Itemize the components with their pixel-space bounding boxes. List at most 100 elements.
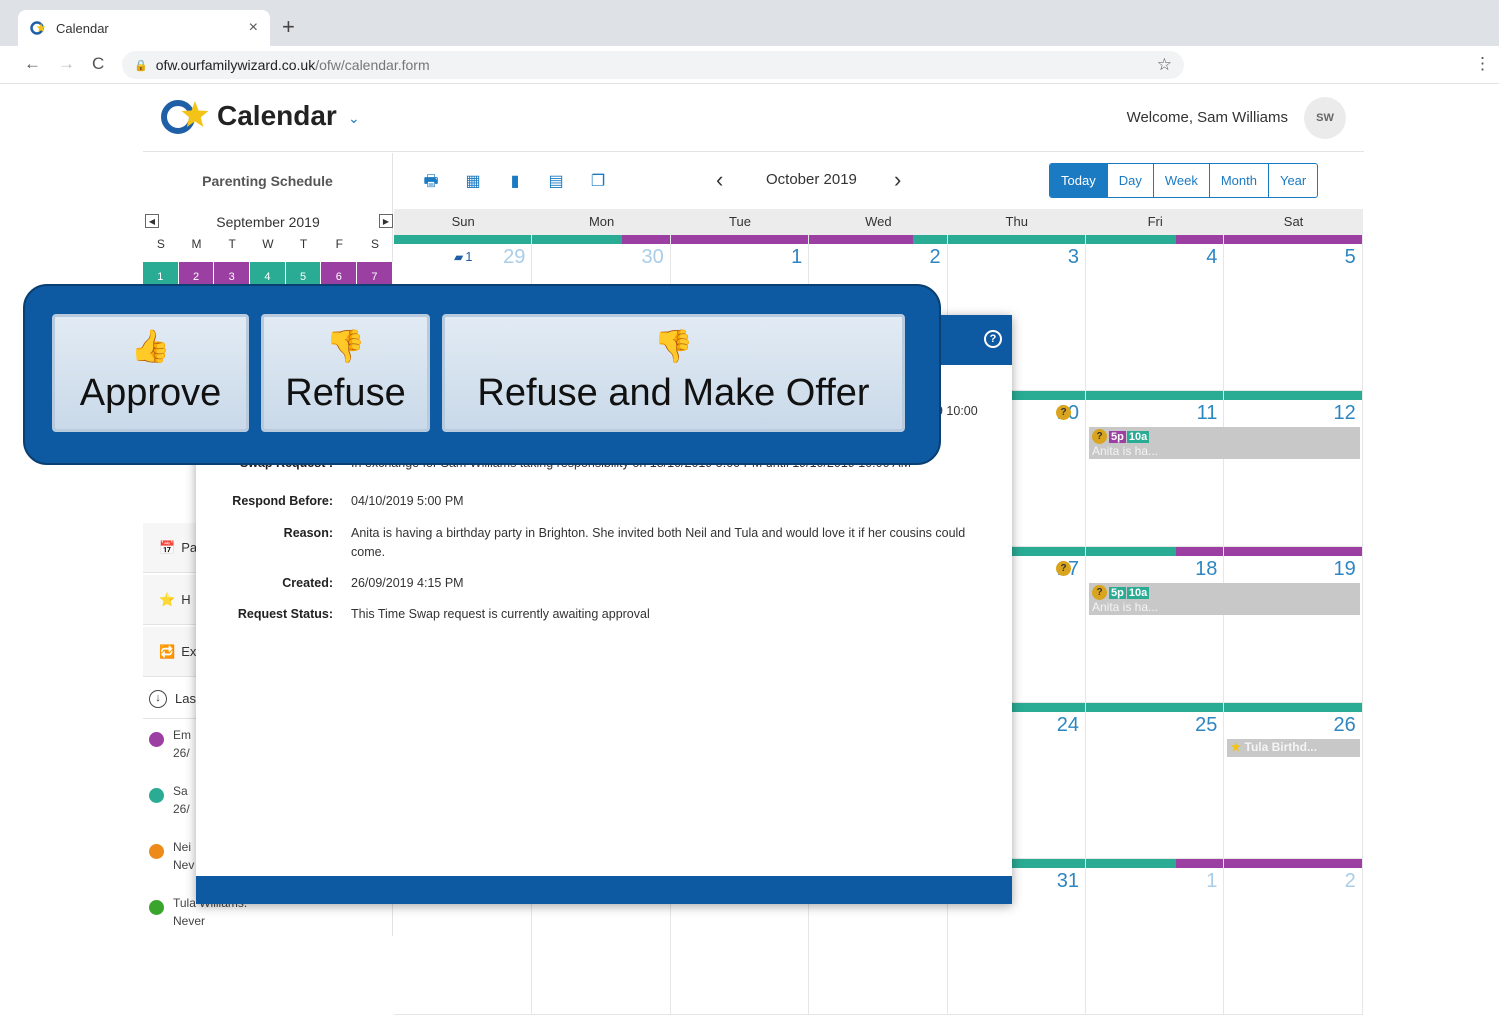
avatar[interactable]: SW: [1304, 97, 1346, 139]
mini-day[interactable]: 6: [321, 262, 358, 286]
day-number[interactable]: 25: [1195, 714, 1217, 737]
mini-day[interactable]: 2: [178, 262, 215, 286]
day-number[interactable]: 31: [1057, 870, 1079, 893]
ofw-favicon-icon: [30, 21, 46, 35]
event-end-tag: 10a: [1126, 587, 1150, 599]
view-day-button[interactable]: Day: [1106, 164, 1153, 197]
dow-label: Sat: [1283, 214, 1304, 229]
day-cell[interactable]: 19: [1224, 547, 1363, 703]
day-cell[interactable]: 5: [1224, 235, 1363, 391]
mini-day[interactable]: 4: [250, 262, 286, 286]
day-number[interactable]: 11: [1197, 402, 1218, 425]
view-today-button[interactable]: Today: [1050, 164, 1107, 197]
day-number[interactable]: 30: [642, 246, 664, 269]
thumbs-up-icon: 👍: [130, 328, 171, 364]
journal-count: 1: [465, 249, 473, 264]
page-title[interactable]: Calendar: [217, 100, 337, 132]
dialog-footer: [196, 876, 1012, 904]
day-number[interactable]: 18: [1195, 558, 1217, 581]
back-arrow-icon[interactable]: ←: [24, 54, 41, 74]
pending-request-icon: ?: [1092, 429, 1107, 445]
swap-request-event[interactable]: ? 5p 10a Anita is ha...: [1089, 427, 1360, 459]
view-month-button[interactable]: Month: [1208, 164, 1268, 197]
day-number[interactable]: 12: [1334, 402, 1356, 425]
parent-date: Never: [173, 914, 206, 928]
event-text: Tula Birthd...: [1244, 740, 1317, 754]
refuse-button[interactable]: 👎 Refuse: [261, 314, 430, 432]
journal-entry-icon[interactable]: ▰ 1: [454, 249, 472, 264]
new-tab-icon[interactable]: +: [282, 14, 295, 40]
last-viewed-label: Las: [175, 691, 196, 706]
add-event-icon[interactable]: ▦: [464, 173, 482, 191]
mini-dow: S: [156, 237, 165, 251]
chevron-down-icon[interactable]: ⌄: [348, 110, 360, 127]
browser-tab[interactable]: Calendar ×: [18, 10, 270, 46]
browser-menu-icon[interactable]: ⋮: [1474, 54, 1491, 74]
day-number[interactable]: 4: [1206, 246, 1217, 269]
day-cell[interactable]: 26: [1224, 703, 1363, 859]
day-number[interactable]: 2: [929, 246, 940, 269]
document-icon[interactable]: ▤: [547, 173, 565, 191]
view-week-button[interactable]: Week: [1152, 164, 1209, 197]
journal-icon[interactable]: ▮: [506, 173, 524, 191]
field-value: 04/10/2019 5:00 PM: [351, 494, 464, 508]
prev-month-icon[interactable]: ‹: [716, 167, 723, 193]
welcome-text: Welcome, Sam Williams: [1126, 109, 1288, 126]
day-number[interactable]: 1: [1206, 870, 1217, 893]
day-number[interactable]: 26: [1334, 714, 1356, 737]
mini-day[interactable]: 7: [357, 262, 393, 286]
day-cell[interactable]: 12: [1224, 391, 1363, 547]
parent-date: 26/: [173, 802, 190, 816]
day-number[interactable]: 1: [791, 246, 802, 269]
day-cell[interactable]: 25: [1086, 703, 1225, 859]
field-value: Anita is having a birthday party in Brig…: [351, 526, 966, 559]
day-cell[interactable]: 1: [1086, 859, 1225, 1015]
parent-name: Em: [173, 728, 191, 742]
copy-icon[interactable]: ❐: [589, 173, 607, 191]
parenting-schedule-title[interactable]: Parenting Schedule: [143, 153, 392, 209]
star-icon: ⭐: [159, 591, 176, 607]
day-number[interactable]: 19: [1334, 558, 1356, 581]
view-year-button[interactable]: Year: [1267, 164, 1317, 197]
sidebar-item-label: Ex: [181, 644, 197, 659]
mini-day[interactable]: 3: [214, 262, 251, 286]
action-button-panel: 👍 Approve 👎 Refuse 👎 Refuse and Make Off…: [23, 284, 941, 465]
day-cell[interactable]: 18: [1086, 547, 1225, 703]
day-cell[interactable]: 4: [1086, 235, 1225, 391]
pending-request-icon[interactable]: ?: [1056, 405, 1071, 420]
bookmark-star-icon[interactable]: ☆: [1157, 55, 1172, 75]
dow-label: Tue: [729, 214, 751, 229]
day-number[interactable]: 2: [1345, 870, 1356, 893]
approve-button[interactable]: 👍 Approve: [52, 314, 249, 432]
day-number[interactable]: 24: [1057, 714, 1079, 737]
mini-prev-arrow-icon[interactable]: ◀: [145, 214, 159, 228]
pending-request-icon[interactable]: ?: [1056, 561, 1071, 576]
mini-next-arrow-icon[interactable]: ▶: [379, 214, 393, 228]
birthday-event[interactable]: ★ Tula Birthd...: [1227, 739, 1360, 757]
help-icon[interactable]: ?: [984, 330, 1002, 348]
view-switcher: Today Day Week Month Year: [1049, 163, 1319, 198]
forward-arrow-icon[interactable]: →: [58, 54, 75, 74]
month-label: October 2019: [766, 171, 857, 188]
day-cell[interactable]: 2: [1224, 859, 1363, 1015]
refuse-and-offer-button[interactable]: 👎 Refuse and Make Offer: [442, 314, 905, 432]
field-label: Request Status:: [237, 607, 333, 621]
event-end-tag: 10a: [1126, 431, 1150, 443]
reload-icon[interactable]: C: [92, 54, 104, 74]
day-number[interactable]: 5: [1345, 246, 1356, 269]
app-header: Calendar ⌄ Welcome, Sam Williams SW: [143, 84, 1364, 152]
day-number[interactable]: 29: [503, 246, 525, 269]
tab-close-icon[interactable]: ×: [249, 19, 258, 37]
day-cell[interactable]: 11: [1086, 391, 1225, 547]
address-bar: ← → C 🔒 ofw.ourfamilywizard.co.uk /ofw/c…: [0, 46, 1499, 84]
parent-name: Nei: [173, 840, 192, 854]
day-number[interactable]: 3: [1068, 246, 1079, 269]
swap-request-event[interactable]: ? 5p 10a Anita is ha...: [1089, 583, 1360, 615]
mini-day[interactable]: 1: [143, 262, 179, 286]
field-label: Created:: [282, 576, 333, 590]
mini-calendar-header: ◀ September 2019 ▶: [143, 211, 393, 233]
print-icon[interactable]: 🖶: [422, 173, 440, 191]
next-month-icon[interactable]: ›: [894, 167, 901, 193]
mini-day[interactable]: 5: [285, 262, 322, 286]
url-field[interactable]: 🔒 ofw.ourfamilywizard.co.uk /ofw/calenda…: [122, 51, 1184, 79]
